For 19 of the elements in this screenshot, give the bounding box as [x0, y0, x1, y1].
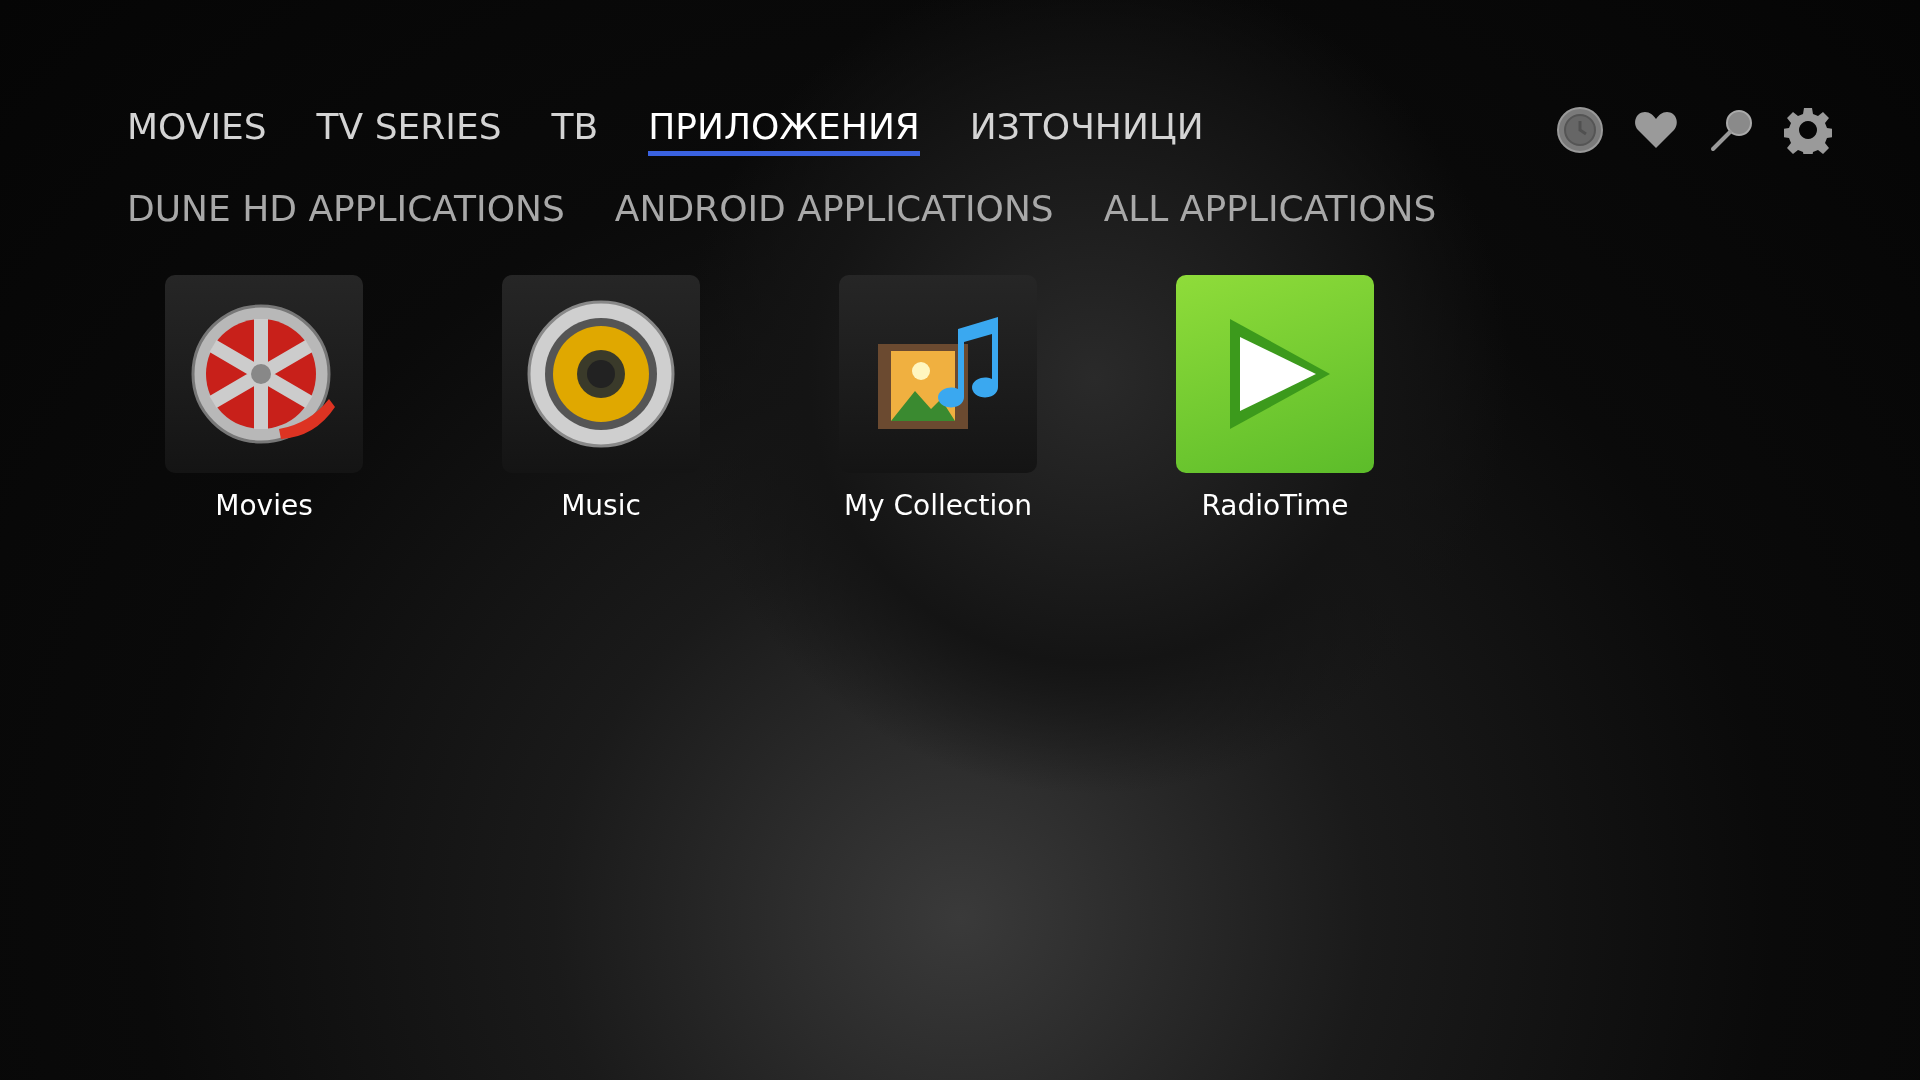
menu-tab[interactable]: TV SERIES [316, 104, 502, 156]
app-label: My Collection [843, 488, 1033, 524]
app-tile[interactable] [502, 275, 700, 473]
app-tile[interactable] [839, 275, 1037, 473]
history-icon[interactable] [1556, 106, 1604, 154]
speaker-icon [526, 299, 676, 449]
app-label: Music [561, 488, 641, 524]
settings-icon[interactable] [1784, 106, 1832, 154]
category-tab[interactable]: DUNE HD APPLICATIONS [127, 186, 565, 231]
app-tile[interactable] [1176, 275, 1374, 473]
menu-tab[interactable]: ПРИЛОЖЕНИЯ [648, 104, 920, 156]
menu-tab[interactable]: MOVIES [127, 104, 267, 156]
app-tile[interactable] [165, 275, 363, 473]
menu-tab[interactable]: ТВ [551, 104, 599, 156]
app-label: RadioTime [1201, 488, 1349, 524]
category-tab[interactable]: ANDROID APPLICATIONS [614, 186, 1054, 231]
menu-tab[interactable]: ИЗТОЧНИЦИ [969, 104, 1204, 156]
category-tab[interactable]: ALL APPLICATIONS [1103, 186, 1437, 231]
app-label: Movies [215, 488, 313, 524]
